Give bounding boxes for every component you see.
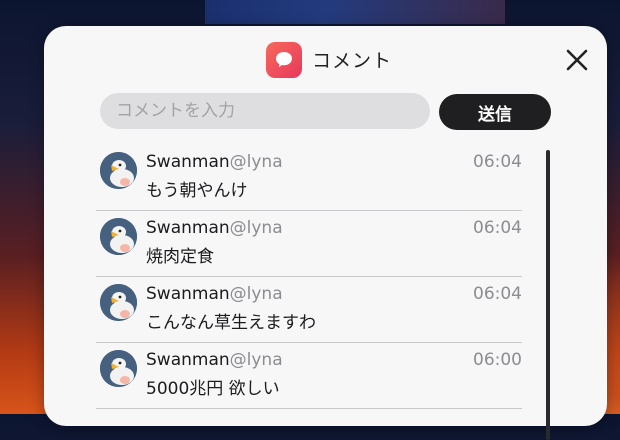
panel-title: コメント [312,50,393,72]
comment-time: 06:00 [473,350,522,370]
author-name: Swanman [146,218,230,238]
avatar[interactable] [100,152,137,189]
list-item: Swanman@lyna 06:00 5000兆円 欲しい [96,342,522,409]
send-button[interactable]: 送信 [439,94,551,130]
list-item: Swanman@lyna 06:04 焼肉定食 [96,210,522,277]
comment-time: 06:04 [473,284,522,304]
comment-panel: コメント 送信 Swanman@lyna [44,26,607,440]
comment-text: 5000兆円 欲しい [146,379,280,399]
comment-author: Swanman@lyna [146,152,283,172]
background-strip [205,0,505,24]
avatar[interactable] [100,284,137,321]
comment-text: もう朝やんけ [146,181,248,201]
author-name: Swanman [146,350,230,370]
chat-bubble-icon [266,42,302,78]
author-handle: @lyna [229,284,283,304]
panel-header: コメント [44,26,607,94]
comment-list[interactable]: Swanman@lyna 06:04 もう朝やんけ Swanman@lyna 0 [96,144,536,434]
list-item: Swanman@lyna 06:04 こんなん草生えますわ [96,276,522,343]
comment-text: 焼肉定食 [146,247,214,267]
comment-author: Swanman@lyna [146,284,283,304]
comment-time: 06:04 [473,218,522,238]
comment-text: こんなん草生えますわ [146,313,316,333]
author-name: Swanman [146,284,230,304]
comment-author: Swanman@lyna [146,218,283,238]
comment-author: Swanman@lyna [146,350,283,370]
list-item: Swanman@lyna 06:04 もう朝やんけ [96,144,522,211]
author-handle: @lyna [229,152,283,172]
scrollbar[interactable] [546,150,550,440]
comment-time: 06:04 [473,152,522,172]
author-handle: @lyna [229,218,283,238]
author-handle: @lyna [229,350,283,370]
comment-input[interactable] [100,93,430,129]
close-icon[interactable] [565,48,589,72]
author-name: Swanman [146,152,230,172]
avatar[interactable] [100,218,137,255]
avatar[interactable] [100,350,137,387]
